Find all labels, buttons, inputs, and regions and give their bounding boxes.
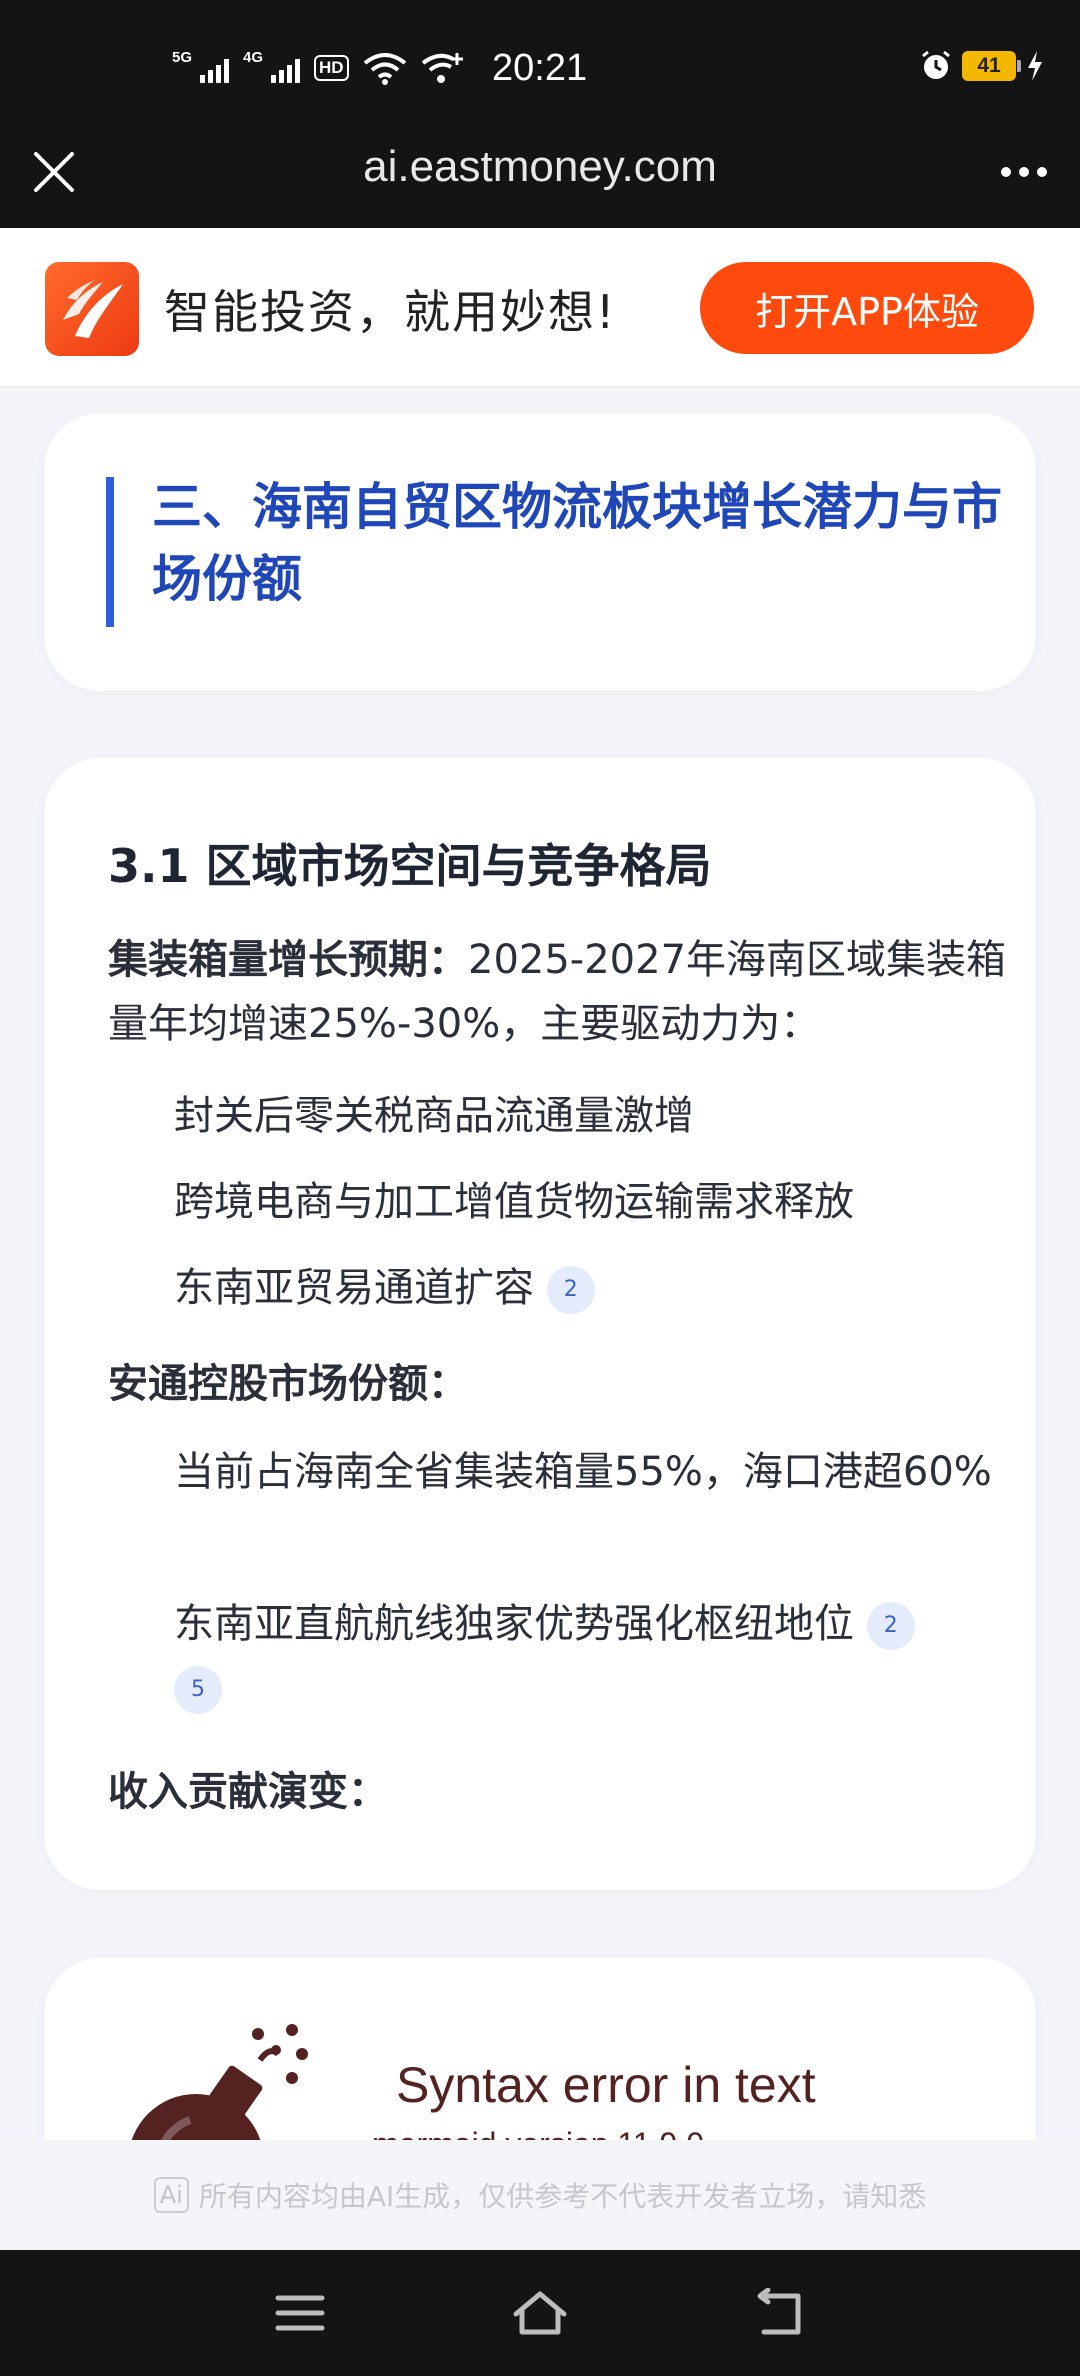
home-icon[interactable]: [512, 2288, 568, 2338]
back-icon[interactable]: [752, 2288, 808, 2338]
list-item: 东南亚直航航线独家优势强化枢纽地位 2 5: [174, 1592, 1004, 1720]
clock: 20:21: [492, 47, 588, 89]
paragraph-label: 安通控股市场份额：: [108, 1361, 468, 1407]
alarm-icon: [922, 50, 950, 79]
menu-icon[interactable]: [272, 2288, 328, 2338]
paragraph-label: 收入贡献演变：: [108, 1769, 388, 1815]
section-accent-bar: [106, 477, 114, 627]
app-promo-banner: 智能投资，就用妙想! 打开APP体验: [0, 228, 1080, 388]
signal-icon-2: 4G: [243, 49, 300, 83]
ai-disclaimer: Ai 所有内容均由AI生成，仅供参考不代表开发者立场，请知悉: [0, 2140, 1080, 2250]
subsection-title: 3.1 区域市场空间与竞争格局: [108, 839, 712, 893]
list-item-text: 封关后零关税商品流通量激增: [174, 1093, 694, 1139]
list-item: 当前占海南全省集装箱量55%，海口港超60%: [174, 1440, 1004, 1504]
signal-icon: 5G: [172, 49, 229, 83]
hd-voice-icon: HD: [314, 55, 349, 81]
status-icons-right: 41: [920, 50, 1044, 82]
list-item: 封关后零关税商品流通量激增: [174, 1084, 1004, 1148]
eastmoney-logo: [45, 262, 139, 356]
citation-badge[interactable]: 2: [546, 1266, 595, 1314]
network-type-label-2: 4G: [243, 49, 264, 66]
battery-icon: 41: [962, 51, 1021, 81]
list-item-text: 跨境电商与加工增值货物运输需求释放: [174, 1179, 854, 1225]
section-title: 三、海南自贸区物流板块增长潜力与市场份额: [152, 478, 1002, 608]
status-icons-left: 5G 4G HD: [172, 46, 465, 90]
wifi-plus-icon: [421, 53, 463, 83]
paragraph-label: 集装箱量增长预期：: [108, 937, 468, 983]
browser-url-bar: ai.eastmoney.com: [0, 132, 1080, 228]
list-item-text: 东南亚直航航线独家优势强化枢纽地位: [174, 1601, 854, 1647]
status-bar: 5G 4G HD 20:21 41: [0, 0, 1080, 132]
list-item-text: 东南亚贸易通道扩容: [174, 1265, 534, 1311]
section-header-card: 三、海南自贸区物流板块增长潜力与市场份额: [44, 413, 1036, 691]
market-share-heading: 安通控股市场份额：: [108, 1352, 1008, 1416]
error-title: Syntax error in text: [396, 2057, 816, 2113]
open-app-button[interactable]: 打开APP体验: [700, 262, 1034, 354]
system-nav-bar: [0, 2250, 1080, 2376]
list-item-text: 当前占海南全省集装箱量55%，海口港超60%: [174, 1449, 992, 1495]
charging-icon: [1028, 51, 1042, 81]
promo-slogan: 智能投资，就用妙想!: [164, 285, 617, 339]
citation-badge[interactable]: 5: [174, 1666, 222, 1714]
revenue-heading: 收入贡献演变：: [108, 1760, 1008, 1824]
content-card: 3.1 区域市场空间与竞争格局 集装箱量增长预期：2025-2027年海南区域集…: [44, 758, 1036, 1890]
list-item: 跨境电商与加工增值货物运输需求释放: [174, 1170, 1004, 1234]
ai-badge-icon: Ai: [153, 2177, 189, 2213]
list-item: 东南亚贸易通道扩容 2: [174, 1256, 1004, 1320]
network-type-label: 5G: [172, 49, 193, 66]
disclaimer-text: 所有内容均由AI生成，仅供参考不代表开发者立场，请知悉: [198, 2180, 927, 2213]
wifi-icon: [363, 53, 406, 85]
citation-badge[interactable]: 2: [866, 1602, 915, 1650]
container-growth-paragraph: 集装箱量增长预期：2025-2027年海南区域集装箱量年均增速25%-30%，主…: [108, 928, 1008, 1056]
url-text[interactable]: ai.eastmoney.com: [0, 142, 1080, 192]
more-icon[interactable]: [996, 146, 1052, 198]
